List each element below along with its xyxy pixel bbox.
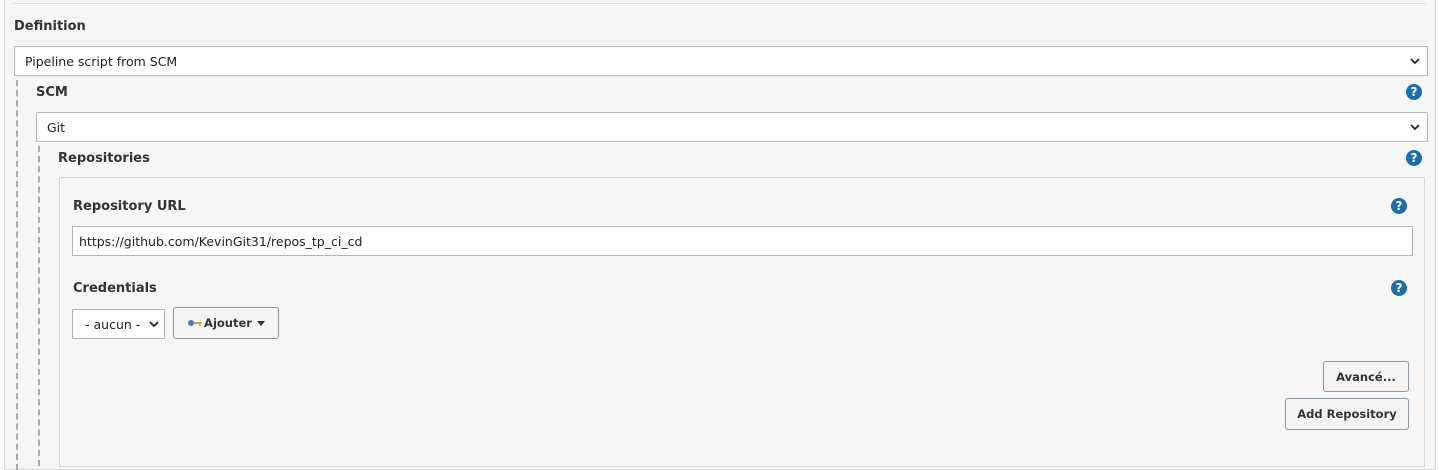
caret-down-icon (256, 320, 265, 326)
add-credentials-button[interactable]: Ajouter (173, 307, 279, 339)
add-repository-button[interactable]: Add Repository (1285, 398, 1409, 430)
chevron-down-icon (1410, 58, 1420, 65)
scm-select-value: Git (47, 119, 66, 135)
credentials-select-value: - aucun - (85, 316, 141, 332)
scm-help-icon[interactable]: ? (1406, 84, 1422, 100)
key-icon (188, 320, 202, 326)
scm-label: SCM (36, 85, 68, 100)
advanced-button[interactable]: Avancé... (1323, 361, 1409, 392)
definition-select[interactable]: Pipeline script from SCM (14, 46, 1428, 76)
repository-url-label: Repository URL (73, 199, 186, 214)
repository-url-input[interactable]: https://github.com/KevinGit31/repos_tp_c… (72, 226, 1413, 256)
chevron-down-icon (1410, 124, 1420, 131)
repositories-label: Repositories (58, 151, 150, 166)
definition-label: Definition (14, 19, 86, 34)
scm-nesting-guide (16, 80, 18, 470)
repositories-nesting-guide (38, 146, 40, 466)
credentials-label: Credentials (73, 281, 157, 296)
chevron-down-icon (149, 321, 159, 328)
repository-url-help-icon[interactable]: ? (1391, 198, 1407, 214)
repository-url-value: https://github.com/KevinGit31/repos_tp_c… (79, 233, 363, 249)
repositories-help-icon[interactable]: ? (1406, 150, 1422, 166)
scm-select[interactable]: Git (36, 112, 1428, 142)
definition-select-value: Pipeline script from SCM (25, 53, 178, 69)
credentials-help-icon[interactable]: ? (1391, 280, 1407, 296)
credentials-select[interactable]: - aucun - (72, 309, 165, 339)
section-divider (13, 3, 1426, 4)
add-credentials-label: Ajouter (204, 316, 252, 330)
